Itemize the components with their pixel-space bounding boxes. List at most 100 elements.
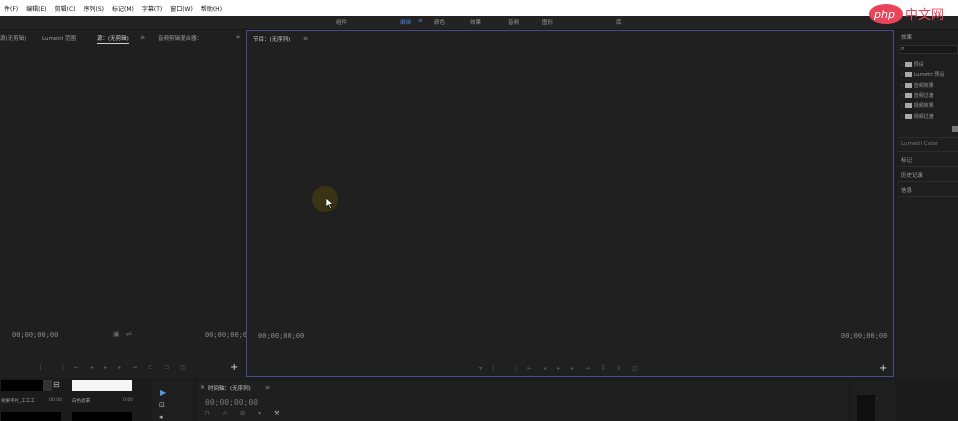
- prog-go-out-icon[interactable]: ⇥: [585, 365, 601, 372]
- folder-icon: [904, 113, 912, 119]
- tab-lumetri-scopes[interactable]: Lumetri 范围: [42, 34, 76, 42]
- source-timecode-in[interactable]: 00;00;00;00: [12, 331, 58, 339]
- menu-item-0[interactable]: 件(F): [0, 4, 22, 13]
- effects-folder-2[interactable]: › 音频效果: [901, 82, 934, 89]
- effects-folder-5[interactable]: › 视频过渡: [901, 113, 934, 120]
- tab-audio-clip-mixer[interactable]: 音频剪辑混合器：: [158, 34, 202, 42]
- effects-panel-title[interactable]: 效果: [901, 33, 912, 41]
- project-thumb-1-bar: [43, 380, 52, 391]
- source-timecode-out[interactable]: 00;00;00;00: [205, 331, 251, 339]
- workspace-tab-1[interactable]: 编辑: [400, 18, 411, 26]
- menu-item-3[interactable]: 序列(S): [80, 4, 109, 13]
- mouse-cursor-icon: [326, 198, 334, 209]
- menu-item-7[interactable]: 帮助(H): [197, 4, 226, 13]
- workspace-tab-3[interactable]: 效果: [470, 18, 481, 26]
- lift-icon[interactable]: ⊼: [601, 365, 616, 372]
- step-forward-icon[interactable]: ▸: [118, 364, 132, 371]
- insert-icon[interactable]: ⊏: [148, 364, 164, 371]
- workspace-tab-5[interactable]: 图形: [542, 18, 553, 26]
- divider: [897, 137, 958, 138]
- project-thumb-3[interactable]: [1, 412, 61, 421]
- section-history[interactable]: 历史记录: [901, 171, 923, 179]
- extract-icon[interactable]: ⊻: [617, 365, 632, 372]
- workspace-tab-0[interactable]: 组件: [336, 18, 347, 26]
- program-timecode-in[interactable]: 00;00;00;00: [258, 332, 304, 340]
- program-panel-title[interactable]: 节目：(无序列): [253, 35, 290, 43]
- prog-mark-out-icon[interactable]: ⎹: [510, 365, 527, 372]
- mark-out-icon[interactable]: ⎹: [57, 364, 74, 371]
- prog-play-icon[interactable]: ▸: [557, 365, 571, 372]
- project-item-2-meta: 0:00: [123, 398, 134, 403]
- section-info[interactable]: 信息: [901, 186, 912, 194]
- go-to-in-icon[interactable]: ⇤: [74, 364, 90, 371]
- go-to-out-icon[interactable]: ⇥: [132, 364, 148, 371]
- menu-item-2[interactable]: 剪辑(C): [51, 4, 80, 13]
- project-item-1-meta: 00:00: [49, 398, 62, 403]
- prog-step-fwd-icon[interactable]: ▸: [571, 365, 585, 372]
- program-transport-controls: ▾⎸⎹⇤◂▸▸⇥⊼⊻◫: [479, 365, 699, 375]
- project-thumb-4[interactable]: [72, 412, 132, 421]
- linked-selection-icon[interactable]: ∩: [223, 410, 240, 417]
- menu-item-1[interactable]: 编辑(E): [22, 4, 50, 13]
- project-thumb-2[interactable]: [72, 380, 132, 391]
- add-marker-icon[interactable]: ▾: [258, 410, 274, 417]
- timeline-menu-icon[interactable]: ≡: [265, 384, 270, 391]
- effects-folder-1[interactable]: › Lumetri 预设: [901, 71, 944, 78]
- menu-item-5[interactable]: 字幕(T): [138, 4, 166, 13]
- source-settings-icon[interactable]: ▣: [113, 330, 120, 338]
- timeline-title[interactable]: 时间轴：(无序列): [208, 384, 251, 392]
- expand-panels-icon[interactable]: »: [236, 33, 240, 41]
- step-back-icon[interactable]: ◂: [90, 364, 104, 371]
- php-logo: php 中文网: [866, 0, 954, 28]
- search-icon: ⌕: [901, 45, 905, 52]
- timeline-close-icon[interactable]: ×: [200, 384, 205, 391]
- effects-search-input[interactable]: ⌕: [899, 45, 958, 54]
- meter-scale: -: [877, 396, 879, 401]
- mark-in-icon[interactable]: ⎸: [40, 364, 57, 371]
- ripple-edit-tool-icon[interactable]: ◂: [159, 413, 163, 421]
- program-add-button-icon[interactable]: +: [879, 363, 887, 374]
- menu-item-4[interactable]: 标记(M): [108, 4, 138, 13]
- source-wrench-icon[interactable]: ⇌: [126, 330, 132, 338]
- audio-meter-panel: -: [851, 380, 895, 421]
- effects-folder-3[interactable]: › 音频过渡: [901, 92, 934, 99]
- workspace-tab-4[interactable]: 音频: [508, 18, 519, 26]
- prog-export-frame-icon[interactable]: ◫: [632, 365, 649, 372]
- workspace-bar: 组件 编辑 ≡ 颜色 效果 音频 图形 库: [0, 16, 958, 30]
- prog-step-back-icon[interactable]: ◂: [543, 365, 557, 372]
- effects-scrollbar[interactable]: [952, 126, 958, 132]
- workspace-tab-2[interactable]: 颜色: [434, 18, 445, 26]
- effects-folder-0[interactable]: › 预设: [901, 61, 924, 68]
- effects-folder-label: 视频过渡: [913, 113, 934, 120]
- effects-folder-4[interactable]: › 视频效果: [901, 102, 934, 109]
- prog-mark-in-icon[interactable]: ⎸: [493, 365, 510, 372]
- workspace-menu-icon[interactable]: ≡: [418, 18, 423, 24]
- track-select-tool-icon[interactable]: ⊡: [159, 401, 165, 409]
- divider: [897, 166, 958, 167]
- tab-source[interactable]: 源：(无剪辑): [97, 34, 129, 44]
- program-timecode-out[interactable]: 00;00;00;00: [841, 332, 887, 340]
- menu-item-6[interactable]: 窗口(W): [166, 4, 197, 13]
- program-tab-menu-icon[interactable]: ≡: [303, 35, 308, 42]
- wrench-icon[interactable]: ⚒: [274, 410, 292, 417]
- marker-icon[interactable]: ▾: [479, 365, 493, 372]
- snap-icon[interactable]: ⊓: [205, 410, 223, 417]
- selection-tool-icon[interactable]: ▶: [160, 388, 166, 397]
- overwrite-icon[interactable]: ⊐: [164, 364, 180, 371]
- audio-meter-bar: [857, 395, 875, 421]
- prog-go-in-icon[interactable]: ⇤: [527, 365, 543, 372]
- project-item-1-name[interactable]: 效果平片_工工工: [1, 398, 35, 404]
- tab-source-untitled[interactable]: 源(无剪辑): [0, 34, 26, 42]
- tab-menu-icon[interactable]: ≡: [140, 34, 145, 41]
- workspace-tab-6[interactable]: 库: [616, 18, 622, 26]
- export-frame-icon[interactable]: ◫: [180, 364, 197, 371]
- list-view-icon[interactable]: ⊟: [53, 380, 60, 389]
- section-markers[interactable]: 标记: [901, 156, 912, 164]
- project-item-2-name[interactable]: 白色遮罩: [72, 398, 90, 404]
- timeline-timecode[interactable]: 00;00;00;00: [205, 398, 258, 407]
- lumetri-color-label[interactable]: Lumetri Color: [901, 141, 938, 147]
- project-thumb-1[interactable]: [1, 380, 43, 391]
- timeline-settings-icon[interactable]: ⊞: [240, 410, 258, 417]
- source-add-button-icon[interactable]: +: [230, 362, 238, 373]
- play-icon[interactable]: ▸: [104, 364, 118, 371]
